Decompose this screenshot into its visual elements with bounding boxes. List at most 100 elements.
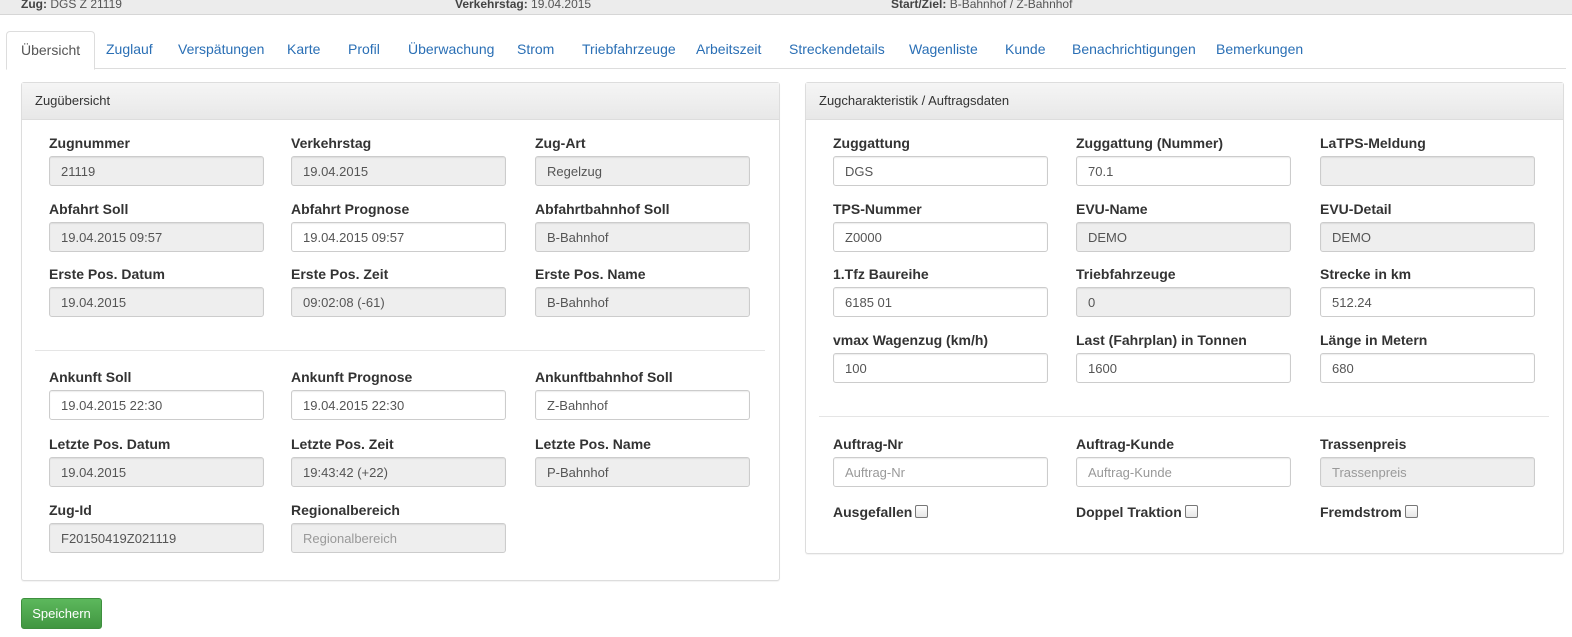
tab-arbeitszeit[interactable]: Arbeitszeit: [682, 31, 775, 67]
erste-pos-name-field[interactable]: [535, 287, 750, 317]
tab-streckendetails[interactable]: Streckendetails: [775, 31, 899, 67]
tab-karte[interactable]: Karte: [273, 31, 334, 67]
start-destination-info: Start/Ziel: B-Bahnhof / Z-Bahnhof: [891, 0, 1072, 11]
tab-triebfahrzeuge[interactable]: Triebfahrzeuge: [568, 31, 690, 67]
zuggattung-nummer-field[interactable]: [1076, 156, 1291, 186]
erste-pos-zeit-label: Erste Pos. Zeit: [291, 266, 389, 282]
1-tfz-baureihe-field[interactable]: [833, 287, 1048, 317]
train-overview-heading: Zugübersicht: [22, 83, 779, 120]
doppel-traktion-label: Doppel Traktion: [1076, 504, 1182, 520]
divider: [819, 416, 1549, 417]
ankunft-prognose-field[interactable]: [291, 390, 506, 420]
operating-day-value: 19.04.2015: [531, 0, 592, 11]
abfahrtbahnhof-soll-field[interactable]: [535, 222, 750, 252]
auftrag-nr-field[interactable]: [833, 457, 1048, 487]
start-destination-label: Start/Ziel:: [891, 0, 947, 11]
latps-meldung-field[interactable]: [1320, 156, 1535, 186]
latps-meldung-label: LaTPS-Meldung: [1320, 135, 1426, 151]
regionalbereich-label: Regionalbereich: [291, 502, 400, 518]
zug-art-label: Zug-Art: [535, 135, 586, 151]
letzte-pos-name-label: Letzte Pos. Name: [535, 436, 651, 452]
doppel-traktion-checkbox[interactable]: [1184, 504, 1198, 518]
verkehrstag-field[interactable]: [291, 156, 506, 186]
evu-detail-field[interactable]: [1320, 222, 1535, 252]
train-characteristics-panel: Zugcharakteristik / Auftragsdaten Zuggat…: [805, 82, 1564, 554]
tab-bemerkungen[interactable]: Bemerkungen: [1202, 31, 1317, 67]
ankunftbahnhof-soll-label: Ankunftbahnhof Soll: [535, 369, 673, 385]
ankunft-soll-field[interactable]: [49, 390, 264, 420]
zugnummer-field[interactable]: [49, 156, 264, 186]
auftrag-kunde-field[interactable]: [1076, 457, 1291, 487]
train-label: Zug:: [21, 0, 47, 11]
letzte-pos-zeit-label: Letzte Pos. Zeit: [291, 436, 394, 452]
erste-pos-zeit-field[interactable]: [291, 287, 506, 317]
fremdstrom-checkbox[interactable]: [1404, 504, 1418, 518]
triebfahrzeuge-field[interactable]: [1076, 287, 1291, 317]
fremdstrom-label: Fremdstrom: [1320, 504, 1402, 520]
evu-name-field[interactable]: [1076, 222, 1291, 252]
ankunft-prognose-label: Ankunft Prognose: [291, 369, 413, 385]
train-characteristics-heading: Zugcharakteristik / Auftragsdaten: [806, 83, 1563, 120]
ausgefallen-option: Ausgefallen: [833, 504, 929, 520]
letzte-pos-zeit-field[interactable]: [291, 457, 506, 487]
abfahrt-soll-field[interactable]: [49, 222, 264, 252]
abfahrt-soll-label: Abfahrt Soll: [49, 201, 129, 217]
verkehrstag-label: Verkehrstag: [291, 135, 372, 151]
laenge-in-metern-field[interactable]: [1320, 353, 1535, 383]
tab-bar: Übersicht Zuglauf Verspätungen Karte Profil Ü…: [6, 31, 1566, 70]
trassenpreis-label: Trassenpreis: [1320, 436, 1407, 452]
zuggattung-nummer-label: Zuggattung (Nummer): [1076, 135, 1223, 151]
divider: [35, 350, 765, 351]
ausgefallen-checkbox[interactable]: [915, 504, 929, 518]
letzte-pos-datum-label: Letzte Pos. Datum: [49, 436, 171, 452]
letzte-pos-datum-field[interactable]: [49, 457, 264, 487]
zug-id-label: Zug-Id: [49, 502, 92, 518]
vmax-wagenzug-km-h-field[interactable]: [833, 353, 1048, 383]
tps-nummer-field[interactable]: [833, 222, 1048, 252]
zug-art-field[interactable]: [535, 156, 750, 186]
tps-nummer-label: TPS-Nummer: [833, 201, 922, 217]
tab-übersicht[interactable]: Übersicht: [6, 31, 96, 70]
ankunftbahnhof-soll-field[interactable]: [535, 390, 750, 420]
tab-profil[interactable]: Profil: [334, 31, 394, 67]
save-button[interactable]: Speichern: [21, 598, 102, 629]
zug-id-field[interactable]: [49, 523, 264, 553]
auftrag-kunde-label: Auftrag-Kunde: [1076, 436, 1174, 452]
zugnummer-label: Zugnummer: [49, 135, 130, 151]
laenge-in-metern-label: Länge in Metern: [1320, 332, 1428, 348]
abfahrt-prognose-field[interactable]: [291, 222, 506, 252]
train-overview-panel: Zugübersicht Zugnummer Verkehrstag Zug-Art…: [21, 82, 780, 581]
vmax-wagenzug-km-h-label: vmax Wagenzug (km/h): [833, 332, 989, 348]
strecke-in-km-field[interactable]: [1320, 287, 1535, 317]
tab-zuglauf[interactable]: Zuglauf: [92, 31, 167, 67]
tab-benachrichtigungen[interactable]: Benachrichtigungen: [1058, 31, 1210, 67]
evu-name-label: EVU-Name: [1076, 201, 1148, 217]
operating-day-label: Verkehrstag:: [455, 0, 528, 11]
zuggattung-label: Zuggattung: [833, 135, 910, 151]
ankunft-soll-label: Ankunft Soll: [49, 369, 132, 385]
fremdstrom-option: Fremdstrom: [1320, 504, 1418, 520]
erste-pos-datum-field[interactable]: [49, 287, 264, 317]
train-value: DGS Z 21119: [50, 0, 122, 11]
tab-strom[interactable]: Strom: [503, 31, 568, 67]
train-info-bar: Zug: DGS Z 21119 Verkehrstag: 19.04.2015…: [0, 0, 1572, 15]
last-fahrplan-in-tonnen-label: Last (Fahrplan) in Tonnen: [1076, 332, 1247, 348]
zuggattung-field[interactable]: [833, 156, 1048, 186]
operating-day-info: Verkehrstag: 19.04.2015: [455, 0, 591, 11]
tab-kunde[interactable]: Kunde: [991, 31, 1059, 67]
abfahrtbahnhof-soll-label: Abfahrtbahnhof Soll: [535, 201, 670, 217]
ausgefallen-label: Ausgefallen: [833, 504, 913, 520]
last-fahrplan-in-tonnen-field[interactable]: [1076, 353, 1291, 383]
regionalbereich-field[interactable]: [291, 523, 506, 553]
train-info: Zug: DGS Z 21119: [21, 0, 122, 11]
evu-detail-label: EVU-Detail: [1320, 201, 1392, 217]
tab-verspätungen[interactable]: Verspätungen: [164, 31, 278, 67]
erste-pos-name-label: Erste Pos. Name: [535, 266, 646, 282]
auftrag-nr-label: Auftrag-Nr: [833, 436, 903, 452]
erste-pos-datum-label: Erste Pos. Datum: [49, 266, 165, 282]
tab-überwachung[interactable]: Überwachung: [394, 31, 508, 67]
letzte-pos-name-field[interactable]: [535, 457, 750, 487]
trassenpreis-field[interactable]: [1320, 457, 1535, 487]
tab-wagenliste[interactable]: Wagenliste: [895, 31, 992, 67]
1-tfz-baureihe-label: 1.Tfz Baureihe: [833, 266, 929, 282]
